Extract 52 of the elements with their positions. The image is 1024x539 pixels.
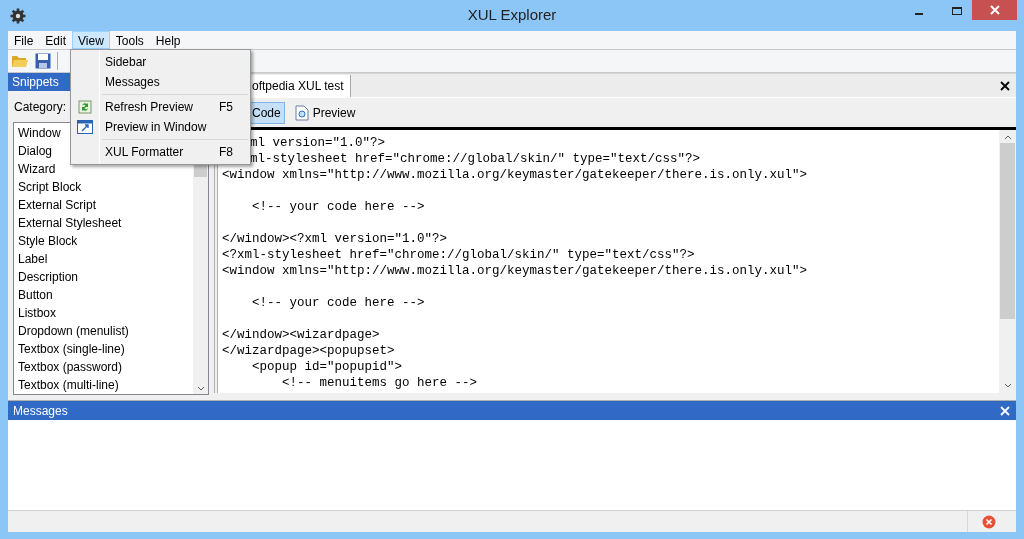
snippet-item[interactable]: External Stylesheet bbox=[18, 214, 193, 232]
code-line: <!-- your code here --> bbox=[251, 296, 425, 310]
menu-item[interactable]: Edit bbox=[39, 31, 73, 49]
save-icon[interactable] bbox=[35, 53, 51, 69]
code-line: <popup id="popupid"> bbox=[251, 360, 403, 374]
code-line: ml version="1.0"?> bbox=[250, 136, 386, 150]
code-line: <!-- your code here --> bbox=[251, 200, 425, 214]
menu-entry[interactable]: Preview in Window bbox=[71, 117, 250, 137]
snippet-item[interactable]: Script Block bbox=[18, 178, 193, 196]
snippet-item[interactable]: Style Block bbox=[18, 232, 193, 250]
gear-icon[interactable] bbox=[10, 7, 26, 24]
snippet-item[interactable]: Label bbox=[18, 250, 193, 268]
code-line: <window xmlns="http://www.mozilla.org/keymaster/gatekeeper/there.is.only.xul"> bbox=[222, 264, 808, 278]
snippet-item[interactable]: External Script bbox=[18, 196, 193, 214]
snippet-item[interactable]: Dropdown (menulist) bbox=[18, 322, 193, 340]
snippet-item[interactable]: Textbox (single-line) bbox=[18, 340, 193, 358]
snippet-item[interactable]: Description bbox=[18, 268, 193, 286]
window-title: XUL Explorer bbox=[467, 5, 557, 26]
scroll-up-icon[interactable] bbox=[1003, 134, 1012, 140]
error-icon[interactable] bbox=[982, 514, 996, 529]
messages-header: Messages bbox=[8, 401, 1016, 420]
refresh-icon bbox=[78, 100, 92, 114]
snippet-item[interactable]: Textbox (password) bbox=[18, 358, 193, 376]
scrollbar-thumb[interactable] bbox=[1000, 143, 1015, 319]
code-line: </wizardpage><popupset> bbox=[222, 344, 395, 358]
close-icon bbox=[989, 5, 1000, 15]
code-line: <window xmlns="http://www.mozilla.org/keymaster/gatekeeper/there.is.only.xul"> bbox=[222, 168, 808, 182]
category-label: Category: bbox=[14, 98, 67, 116]
magnifier-document-icon bbox=[294, 104, 309, 121]
view-tab[interactable]: Preview bbox=[290, 101, 360, 124]
code-line: </window><wizardpage> bbox=[222, 328, 380, 342]
menu-item[interactable]: View bbox=[72, 31, 110, 49]
code-line: <!-- menuitems go here --> bbox=[281, 376, 478, 390]
code-line: ml-stylesheet href="chrome://global/skin/" type="text/css"?> bbox=[250, 152, 701, 166]
menu-entry[interactable]: XUL Formatter F8 bbox=[71, 142, 250, 162]
menu-item[interactable]: File bbox=[8, 31, 40, 49]
code-editor[interactable] bbox=[218, 127, 1016, 393]
menu-item[interactable]: Tools bbox=[109, 31, 150, 49]
menu-item[interactable]: Help bbox=[149, 31, 187, 49]
scroll-down-icon[interactable] bbox=[1003, 383, 1012, 389]
menu-entry[interactable]: Refresh Preview F5 bbox=[71, 97, 250, 117]
scrollbar[interactable] bbox=[999, 130, 1016, 393]
close-button[interactable] bbox=[972, 0, 1017, 20]
window-icon bbox=[77, 120, 93, 134]
menu-entry[interactable]: Sidebar bbox=[71, 52, 250, 72]
close-icon[interactable] bbox=[1000, 81, 1010, 91]
scroll-down-icon[interactable] bbox=[196, 386, 205, 392]
snippet-item[interactable]: Button bbox=[18, 286, 193, 304]
code-line: </window><?xml version="1.0"?> bbox=[222, 232, 448, 246]
snippet-item[interactable]: Textbox (multi-line) bbox=[18, 376, 193, 394]
code-line: <?xml-stylesheet href="chrome://global/skin/" type="text/css"?> bbox=[222, 248, 695, 262]
snippet-item[interactable]: Listbox bbox=[18, 304, 193, 322]
